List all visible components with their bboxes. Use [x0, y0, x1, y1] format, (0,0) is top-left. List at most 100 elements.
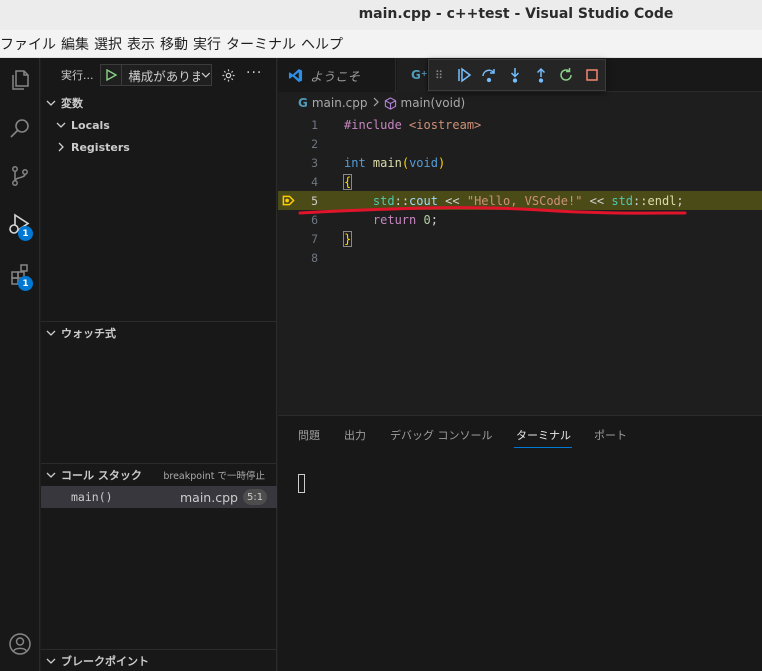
menu-selection[interactable]: 選択: [94, 34, 127, 54]
step-out-button[interactable]: [528, 62, 554, 88]
explorer-icon[interactable]: [0, 60, 40, 100]
menu-bar: ファイル 編集 選択 表示 移動 実行 ターミナル ヘルプ: [0, 30, 762, 58]
continue-icon: [457, 67, 471, 83]
chevron-down-icon: [41, 656, 61, 666]
variables-title: 変数: [61, 97, 83, 110]
stack-frame-row[interactable]: main() main.cpp 5:1: [41, 486, 277, 508]
line-number: 6: [311, 212, 318, 227]
stack-frame-function: main(): [71, 490, 113, 504]
scope-label: Locals: [71, 118, 110, 132]
scope-label: Registers: [71, 140, 130, 154]
extensions-icon[interactable]: 1: [0, 254, 40, 294]
stop-icon: [586, 69, 598, 81]
play-icon: [106, 69, 118, 81]
step-into-button[interactable]: [502, 62, 528, 88]
cpp-file-icon: G: [298, 96, 308, 110]
tab-welcome[interactable]: ようこそ: [278, 58, 396, 92]
tab-problems[interactable]: 問題: [298, 427, 320, 443]
more-actions-icon[interactable]: ···: [246, 65, 262, 81]
breadcrumb-symbol[interactable]: main(void): [401, 96, 466, 110]
code-line: 6 return 0;: [278, 210, 762, 229]
run-debug-icon[interactable]: 1: [0, 204, 40, 244]
code-editor[interactable]: 1 #include <iostream> 2 3 int main(void) 4…: [278, 115, 762, 267]
code-line: 1 #include <iostream>: [278, 115, 762, 134]
variables-section-header[interactable]: 変数: [41, 92, 277, 114]
current-line: 5 std::cout << "Hello, VSCode!" << std::…: [278, 191, 762, 210]
account-icon[interactable]: [0, 624, 40, 664]
code-text: {: [342, 173, 353, 190]
scope-registers[interactable]: Registers: [41, 136, 277, 158]
tab-ports[interactable]: ポート: [594, 427, 627, 443]
watch-title: ウォッチ式: [61, 327, 116, 340]
chevron-down-icon: [201, 72, 211, 78]
code-text: int main(void): [344, 155, 446, 170]
paused-status: breakpoint で一時停止: [163, 471, 265, 482]
run-label: 実行...: [61, 69, 94, 82]
title-bar: main.cpp - c++test - Visual Studio Code: [0, 0, 762, 30]
debug-toolbar[interactable]: ⠿: [428, 59, 606, 91]
extensions-badge: 1: [18, 276, 33, 291]
search-icon[interactable]: [0, 108, 40, 148]
menu-terminal[interactable]: ターミナル: [226, 34, 301, 54]
breakpoints-title: ブレークポイント: [61, 655, 149, 668]
cpp-file-icon: G: [411, 68, 421, 82]
editor-area: ようこそ G + ⠿ G main.cpp main(void) 1 #incl…: [278, 58, 762, 415]
code-line: 8: [278, 248, 762, 267]
code-line: 4{: [278, 172, 762, 191]
line-number: 1: [311, 117, 318, 132]
launch-config-dropdown[interactable]: 構成がありま: [100, 64, 212, 86]
menu-view[interactable]: 表示: [127, 34, 160, 54]
source-control-icon[interactable]: [0, 156, 40, 196]
code-text: #include <iostream>: [344, 117, 482, 132]
continue-button[interactable]: [451, 62, 477, 88]
start-debugging-button[interactable]: [101, 65, 123, 85]
call-stack-section-header[interactable]: コール スタック breakpoint で一時停止: [41, 464, 277, 486]
activity-bar: 1 1: [0, 58, 40, 671]
window-title: main.cpp - c++test - Visual Studio Code: [358, 6, 674, 22]
step-over-icon: [482, 69, 496, 83]
line-number: 8: [311, 250, 318, 265]
menu-help[interactable]: ヘルプ: [301, 34, 348, 54]
drag-handle-icon[interactable]: ⠿: [435, 69, 451, 82]
editor-tabs: ようこそ G + ⠿: [278, 58, 762, 92]
menu-run[interactable]: 実行: [193, 34, 226, 54]
breadcrumb: G main.cpp main(void): [298, 94, 465, 112]
step-over-button[interactable]: [477, 62, 503, 88]
line-number: 4: [311, 174, 318, 189]
step-into-icon: [511, 68, 520, 83]
code-line: 3 int main(void): [278, 153, 762, 172]
breakpoints-section-header[interactable]: ブレークポイント: [41, 650, 277, 671]
chevron-right-icon: [372, 96, 380, 110]
chevron-down-icon: [41, 328, 61, 338]
chevron-down-icon: [41, 98, 61, 108]
chevron-down-icon: [55, 120, 67, 130]
launch-config-label: 構成がありま: [128, 68, 201, 84]
method-icon: [384, 96, 396, 110]
stop-button[interactable]: [579, 62, 605, 88]
tab-terminal[interactable]: ターミナル: [516, 427, 571, 443]
terminal-cursor[interactable]: [298, 474, 305, 493]
active-tab-indicator: [514, 447, 572, 448]
menu-edit[interactable]: 編集: [61, 34, 94, 54]
code-line: 2: [278, 134, 762, 153]
tab-label: ようこそ: [310, 68, 361, 84]
tab-main-cpp[interactable]: G +: [397, 58, 428, 92]
menu-file[interactable]: ファイル: [0, 34, 61, 54]
tab-output[interactable]: 出力: [344, 427, 366, 443]
debug-pointer-icon: [282, 195, 295, 206]
watch-section-header[interactable]: ウォッチ式: [41, 322, 277, 344]
restart-button[interactable]: [554, 62, 580, 88]
scope-locals[interactable]: Locals: [41, 114, 277, 136]
step-out-icon: [536, 67, 545, 83]
tab-debug-console[interactable]: デバッグ コンソール: [390, 427, 493, 443]
gear-icon[interactable]: [221, 68, 236, 86]
stack-frame-position: 5:1: [243, 489, 268, 505]
stack-frame-file: main.cpp: [180, 489, 238, 505]
chevron-down-icon: [41, 470, 61, 480]
line-number: 7: [311, 231, 318, 246]
chevron-right-icon: [55, 142, 67, 152]
code-text: return 0;: [372, 212, 438, 227]
menu-go[interactable]: 移動: [160, 34, 193, 54]
line-number: 5: [311, 193, 318, 208]
breadcrumb-file[interactable]: main.cpp: [312, 96, 368, 110]
